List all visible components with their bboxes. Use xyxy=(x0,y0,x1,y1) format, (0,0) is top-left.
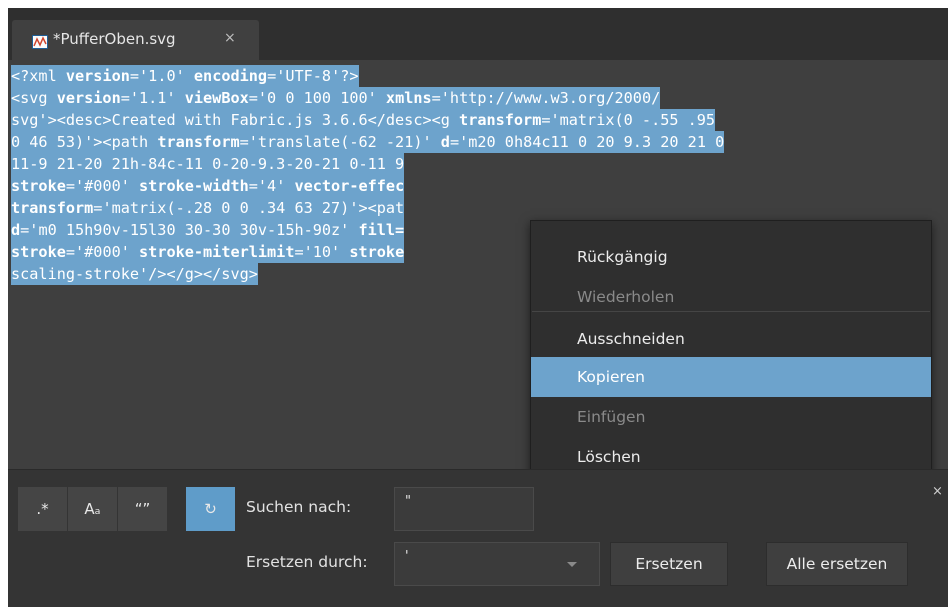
selected-text: scaling-stroke'/></g></svg> xyxy=(11,263,258,285)
code-attribute: transform xyxy=(11,199,94,217)
code-line: <?xml version='1.0' encoding='UTF-8'?> xyxy=(11,65,724,87)
menu-item-cut[interactable]: Ausschneiden xyxy=(531,319,931,359)
code-text: ='10' xyxy=(294,243,350,261)
code-line: 11-9 21-20 21h-84c-11 0-20-9.3-20-21 0-1… xyxy=(11,153,724,175)
code-text: ='UTF-8'?> xyxy=(267,67,359,85)
find-label: Suchen nach: xyxy=(246,498,352,516)
code-text: 0 46 53)'><path xyxy=(11,133,158,151)
replace-all-button[interactable]: Alle ersetzen xyxy=(766,542,908,586)
replace-input[interactable]: ' xyxy=(394,542,600,586)
code-attribute: d xyxy=(440,133,450,151)
menu-item-label: Einfügen xyxy=(577,408,646,426)
code-attribute: viewBox xyxy=(184,89,249,107)
code-text: ='#000' xyxy=(65,243,140,261)
code-attribute: xmlns xyxy=(385,89,432,107)
quote-icon: “” xyxy=(134,500,151,518)
code-attribute: encoding xyxy=(193,67,268,85)
code-text: ='m0 15h90v-15l30 30-30 30v-15h-90z' xyxy=(20,221,359,239)
code-attribute: fill= xyxy=(358,221,405,239)
selected-text: <?xml version='1.0' encoding='UTF-8'?> xyxy=(11,65,359,87)
code-attribute: stroke xyxy=(349,243,405,261)
code-line: stroke='#000' stroke-width='4' vector-ef… xyxy=(11,175,724,197)
search-replace-panel: .* Aₐ “” ↻ Suchen nach: " Ersetzen durch… xyxy=(8,469,948,607)
code-attribute: version xyxy=(65,67,130,85)
menu-item-label: Ausschneiden xyxy=(577,330,685,348)
menu-item-label: Kopieren xyxy=(577,368,645,386)
code-attribute: d xyxy=(11,221,21,239)
match-case-toggle[interactable]: Aₐ xyxy=(68,487,117,531)
menu-item-label: Löschen xyxy=(577,448,641,466)
replace-button[interactable]: Ersetzen xyxy=(610,542,728,586)
code-editor[interactable]: <?xml version='1.0' encoding='UTF-8'?> <s… xyxy=(8,60,948,469)
code-text: <?xml xyxy=(11,67,66,85)
code-attribute: transform xyxy=(157,133,240,151)
code-attribute: transform xyxy=(459,111,542,129)
code-text: ='0 0 100 100' xyxy=(248,89,386,107)
find-value: " xyxy=(405,494,411,509)
regex-toggle[interactable]: .* xyxy=(18,487,67,531)
code-text: ='translate(-62 -21)' xyxy=(239,133,441,151)
selected-text: 11-9 21-20 21h-84c-11 0-20-9.3-20-21 0-1… xyxy=(11,153,405,175)
code-line: transform='matrix(-.28 0 0 .34 63 27)'><… xyxy=(11,197,724,219)
code-text: ='4' xyxy=(248,177,295,195)
replace-value: ' xyxy=(405,549,409,564)
code-attribute: stroke-miterlimit xyxy=(139,243,295,261)
code-text: ='#000' xyxy=(65,177,140,195)
menu-item-copy[interactable]: Kopieren xyxy=(531,357,931,397)
code-attribute: stroke-width xyxy=(139,177,249,195)
code-line: <svg version='1.1' viewBox='0 0 100 100'… xyxy=(11,87,724,109)
code-text: ='matrix(-.28 0 0 .34 63 27)'><pat xyxy=(93,199,405,217)
code-text: ='http://www.w3.org/2000/ xyxy=(431,89,661,107)
regex-icon: .* xyxy=(36,500,49,518)
code-text: <svg xyxy=(11,89,57,107)
menu-item-undo[interactable]: Rückgängig xyxy=(531,237,931,277)
code-attribute: stroke xyxy=(11,243,66,261)
menu-separator xyxy=(532,311,930,312)
code-text: scaling-stroke'/></g></svg> xyxy=(11,265,258,283)
code-text: 11-9 21-20 21h-84c-11 0-20-9.3-20-21 0-1… xyxy=(11,155,405,173)
code-attribute: version xyxy=(56,89,121,107)
find-input[interactable]: " xyxy=(394,487,534,531)
selected-text: 0 46 53)'><path transform='translate(-62… xyxy=(11,131,725,153)
context-menu: Rückgängig Wiederholen Ausschneiden Kopiere… xyxy=(530,220,932,469)
tab-close-icon[interactable]: × xyxy=(224,30,236,46)
text-editor-window: *PufferOben.svg × <?xml version='1.0' en… xyxy=(8,8,948,607)
menu-item-delete[interactable]: Löschen xyxy=(531,437,931,469)
selected-text: svg'><desc>Created with Fabric.js 3.6.6<… xyxy=(11,109,716,131)
code-text: svg'><desc>Created with Fabric.js 3.6.6<… xyxy=(11,111,460,129)
replace-label: Ersetzen durch: xyxy=(246,553,368,571)
selected-text: <svg version='1.1' viewBox='0 0 100 100'… xyxy=(11,87,661,109)
tab-title: *PufferOben.svg xyxy=(53,30,176,48)
tab-puffer-oben[interactable]: *PufferOben.svg × xyxy=(12,20,259,60)
code-attribute: vector-effec xyxy=(294,177,405,195)
whole-word-toggle[interactable]: “” xyxy=(118,487,167,531)
selected-text: transform='matrix(-.28 0 0 .34 63 27)'><… xyxy=(11,197,405,219)
code-text: ='matrix(0 -.55 .95 xyxy=(541,111,716,129)
tab-bar: *PufferOben.svg × xyxy=(8,8,948,60)
close-search-icon[interactable]: × xyxy=(932,484,943,499)
menu-item-label: Rückgängig xyxy=(577,248,668,266)
selected-text: d='m0 15h90v-15l30 30-30 30v-15h-90z' fi… xyxy=(11,219,405,241)
selected-text: stroke='#000' stroke-width='4' vector-ef… xyxy=(11,175,405,197)
wrap-around-toggle[interactable]: ↻ xyxy=(186,487,235,531)
svg-file-icon xyxy=(32,35,48,49)
code-text: ='m20 0h84c11 0 20 9.3 20 21 0 xyxy=(449,133,725,151)
match-case-icon: Aₐ xyxy=(84,500,101,518)
selected-text: stroke='#000' stroke-miterlimit='10' str… xyxy=(11,241,405,263)
code-attribute: stroke xyxy=(11,177,66,195)
menu-item-paste[interactable]: Einfügen xyxy=(531,397,931,437)
code-text: ='1.0' xyxy=(129,67,194,85)
wrap-icon: ↻ xyxy=(204,500,217,518)
chevron-down-icon[interactable] xyxy=(567,562,577,567)
code-text: ='1.1' xyxy=(120,89,185,107)
code-line: svg'><desc>Created with Fabric.js 3.6.6<… xyxy=(11,109,724,131)
code-line: 0 46 53)'><path transform='translate(-62… xyxy=(11,131,725,153)
